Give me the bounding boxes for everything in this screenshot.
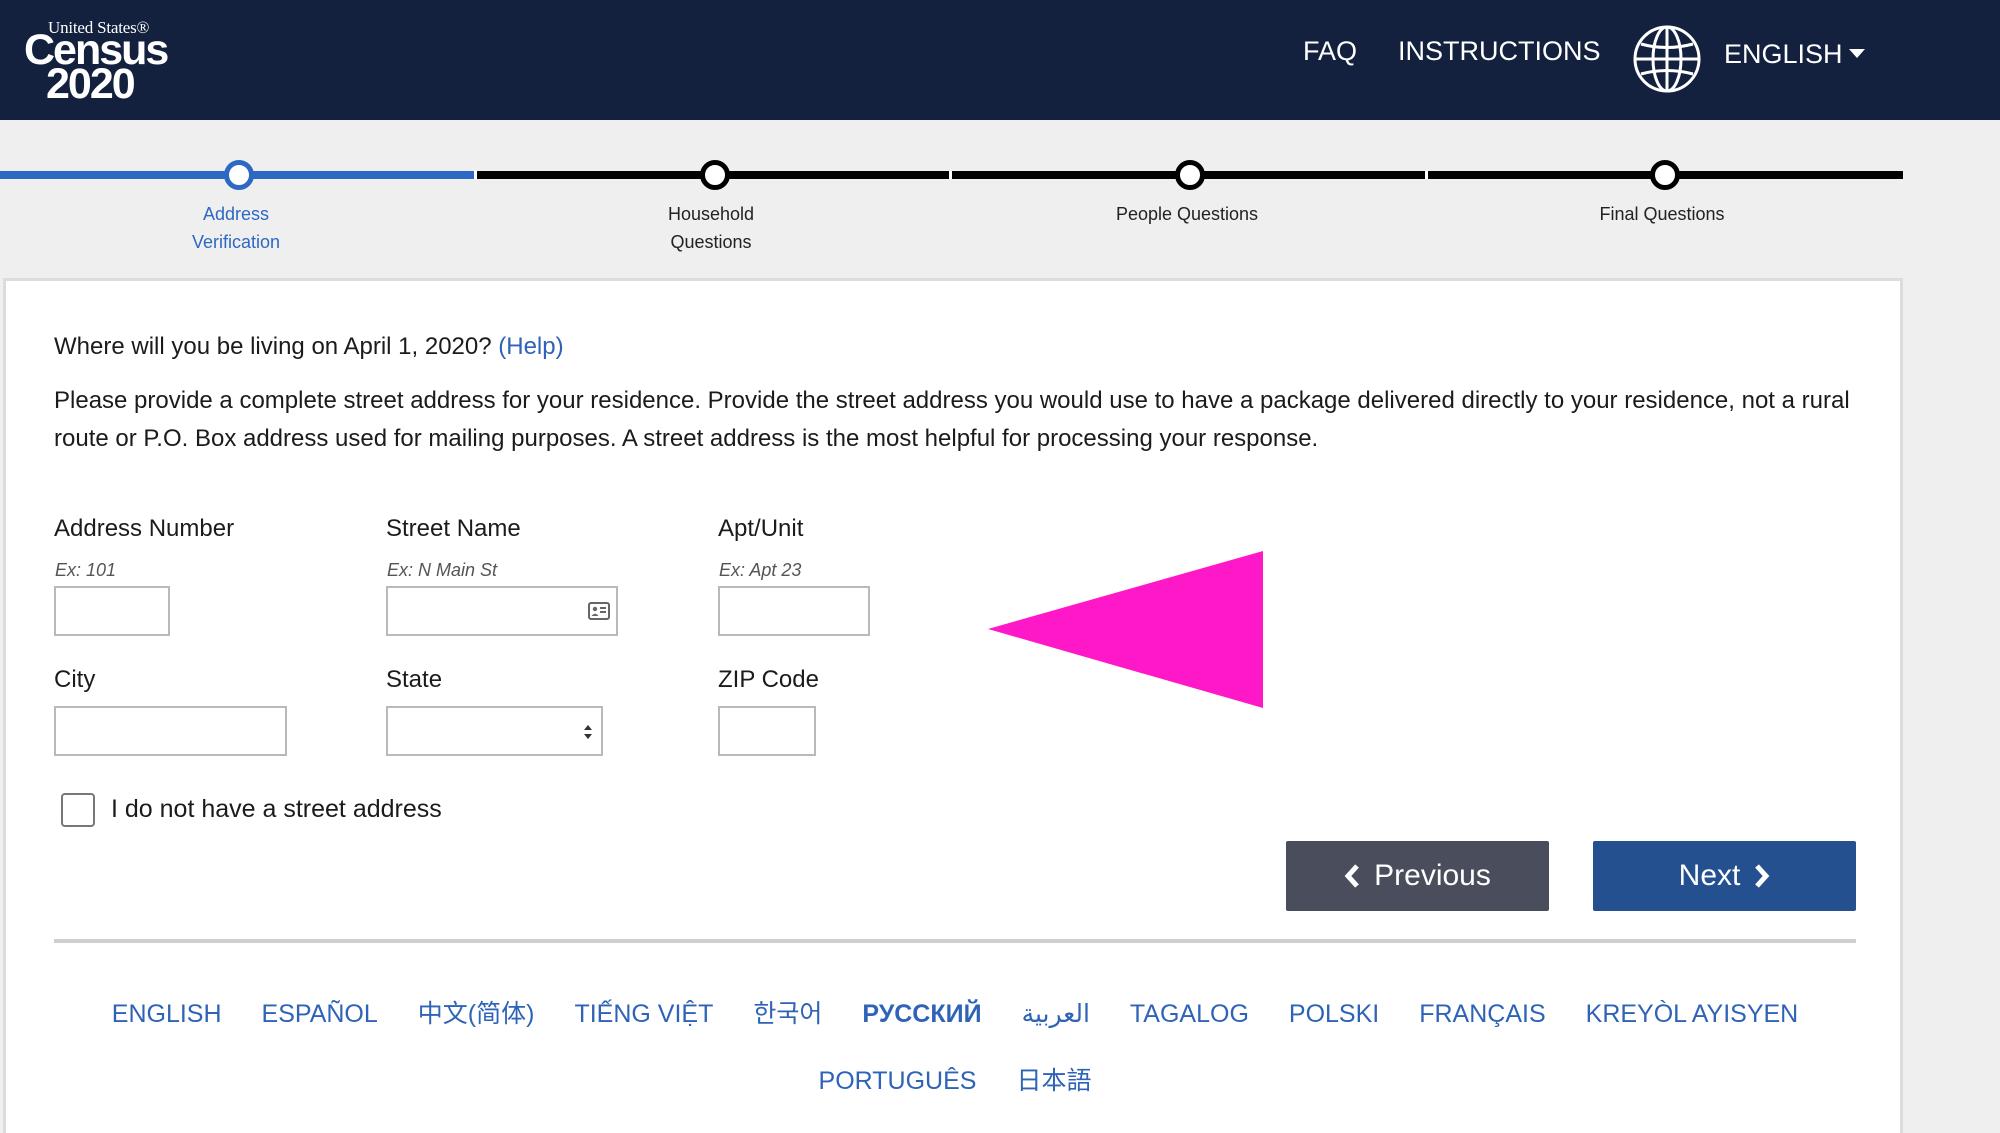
zip-code-field: [718, 706, 816, 756]
census-2020-logo[interactable]: United States® Census 2020: [24, 18, 169, 106]
city-label: City: [54, 666, 96, 693]
apt-unit-label: Apt/Unit: [718, 515, 804, 542]
logo-year: 2020: [46, 60, 136, 108]
help-link[interactable]: (Help): [498, 333, 563, 360]
street-name-input[interactable]: [388, 588, 616, 634]
no-street-address-label[interactable]: I do not have a street address: [111, 795, 442, 824]
previous-button[interactable]: Previous: [1286, 841, 1549, 911]
question-heading: Where will you be living on April 1, 202…: [54, 333, 564, 361]
language-link-tagalog[interactable]: TAGALOG: [1130, 981, 1249, 1048]
language-links: ENGLISH ESPAÑOL 中文(简体) TIẾNG VIỆT 한국어 РУССКИЙ…: [54, 981, 1856, 1115]
street-name-hint: Ex: N Main St: [387, 560, 498, 580]
address-number-input[interactable]: [56, 588, 168, 634]
step-dot-final: [1650, 160, 1680, 190]
address-number-field: [54, 586, 170, 636]
step-label-line: Final Questions: [1599, 204, 1725, 224]
caret-down-icon: [1848, 49, 1865, 59]
next-button-label: Next: [1678, 859, 1741, 892]
state-label: State: [386, 666, 443, 693]
question-text: Where will you be living on April 1, 202…: [54, 333, 492, 360]
address-instructions: Please provide a complete street address…: [54, 387, 1850, 452]
progress-track-gap: [474, 171, 477, 179]
previous-button-label: Previous: [1374, 859, 1491, 892]
language-link-vietnamese[interactable]: TIẾNG VIỆT: [574, 981, 713, 1048]
step-dot-people: [1175, 160, 1205, 190]
language-link-japanese[interactable]: 日本語: [1016, 1048, 1091, 1115]
no-street-address-checkbox[interactable]: [61, 793, 95, 827]
language-link-english[interactable]: ENGLISH: [112, 981, 222, 1048]
step-label-line: Questions: [670, 232, 752, 252]
step-label-line: Address: [202, 204, 270, 224]
footer-divider: [54, 939, 1856, 943]
address-number-label: Address Number: [54, 515, 235, 542]
zip-code-label: ZIP Code: [718, 666, 819, 693]
progress-track-gap: [949, 171, 952, 179]
language-link-portuguese[interactable]: PORTUGUÊS: [819, 1048, 977, 1115]
state-select[interactable]: [388, 708, 601, 754]
nav-faq-link[interactable]: FAQ: [1303, 36, 1357, 67]
step-label-line: Household: [667, 204, 755, 224]
address-number-hint: Ex: 101: [55, 560, 117, 580]
step-dot-household: [700, 160, 730, 190]
nav-instructions-link[interactable]: INSTRUCTIONS: [1398, 36, 1601, 67]
language-dropdown-label: ENGLISH: [1724, 39, 1843, 69]
street-name-label: Street Name: [386, 515, 521, 542]
step-label-final: Final Questions: [1562, 200, 1762, 228]
apt-unit-field: [718, 586, 870, 636]
step-label-line: People Questions: [1115, 204, 1259, 224]
globe-icon[interactable]: [1632, 24, 1702, 94]
step-label-line: Verification: [191, 232, 281, 252]
language-link-russian[interactable]: РУССКИЙ: [862, 981, 981, 1048]
site-header: United States® Census 2020 FAQ INSTRUCTI…: [0, 0, 2000, 120]
city-input[interactable]: [56, 708, 285, 754]
step-label-people: People Questions: [1087, 200, 1287, 228]
address-form-card: Where will you be living on April 1, 202…: [3, 278, 1903, 1133]
progress-track-gap: [1425, 171, 1428, 179]
language-link-korean[interactable]: 한국어: [753, 981, 822, 1048]
zip-code-input[interactable]: [720, 708, 814, 754]
state-field: [386, 706, 603, 756]
language-link-espanol[interactable]: ESPAÑOL: [262, 981, 378, 1048]
step-label-household: Household Questions: [611, 200, 811, 256]
step-label-address: Address Verification: [136, 200, 336, 256]
language-link-chinese[interactable]: 中文(简体): [418, 981, 535, 1048]
language-dropdown[interactable]: ENGLISH: [1724, 39, 1865, 70]
annotation-pointer-arrow: [988, 551, 1263, 708]
apt-unit-input[interactable]: [720, 588, 868, 634]
next-button[interactable]: Next: [1593, 841, 1856, 911]
chevron-left-icon: [1344, 864, 1359, 888]
city-field: [54, 706, 287, 756]
chevron-right-icon: [1755, 864, 1770, 888]
apt-unit-hint: Ex: Apt 23: [719, 560, 802, 580]
language-link-haitian-creole[interactable]: KREYÒL AYISYEN: [1586, 981, 1799, 1048]
street-name-field: [386, 586, 618, 636]
language-link-arabic[interactable]: العربية: [1022, 981, 1090, 1048]
step-dot-address: [224, 160, 254, 190]
progress-stepper: Address Verification Household Questions…: [0, 150, 1905, 260]
language-link-french[interactable]: FRANÇAIS: [1419, 981, 1545, 1048]
autofill-contact-card-icon[interactable]: [588, 601, 610, 621]
language-link-polish[interactable]: POLSKI: [1289, 981, 1379, 1048]
